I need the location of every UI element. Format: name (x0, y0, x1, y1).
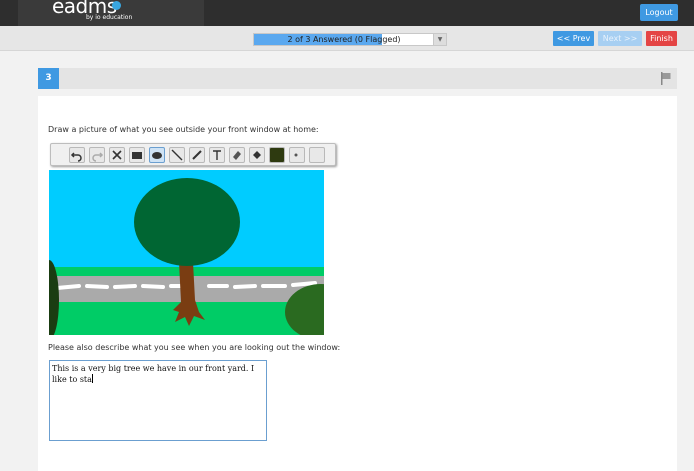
fill-icon[interactable] (249, 147, 265, 163)
drawing-prompt: Draw a picture of what you see outside y… (48, 125, 319, 134)
redo-icon[interactable] (89, 147, 105, 163)
progress-text: 2 of 3 Answered (0 Flagged) (287, 35, 401, 44)
description-prompt: Please also describe what you see when y… (48, 343, 341, 352)
question-header: 3 (38, 68, 677, 89)
ellipse-icon[interactable] (149, 147, 165, 163)
flag-icon[interactable] (661, 72, 671, 85)
tree-crown (134, 178, 240, 266)
finish-button[interactable]: Finish (646, 31, 677, 46)
blank-tool[interactable] (309, 147, 325, 163)
progress-select[interactable]: 2 of 3 Answered (0 Flagged) ▼ (253, 33, 447, 46)
logo-dot-icon (112, 1, 121, 10)
question-number: 3 (38, 68, 59, 89)
top-bar: eadms by io education Logout (0, 0, 694, 26)
brush-size-icon[interactable] (289, 147, 305, 163)
eraser-icon[interactable] (229, 147, 245, 163)
color-swatch[interactable] (269, 147, 285, 163)
text-cursor (91, 374, 93, 383)
line-icon[interactable] (169, 147, 185, 163)
pencil-icon[interactable] (189, 147, 205, 163)
clear-icon[interactable] (109, 147, 125, 163)
undo-icon[interactable] (69, 147, 85, 163)
rectangle-icon[interactable] (129, 147, 145, 163)
text-icon[interactable] (209, 147, 225, 163)
drawing-canvas[interactable] (49, 170, 324, 335)
logo-subtitle: by io education (86, 14, 133, 21)
next-button[interactable]: Next >> (598, 31, 642, 46)
answer-textarea[interactable]: This is a very big tree we have in our f… (49, 360, 267, 441)
drawing-toolbar (50, 143, 336, 166)
prev-button[interactable]: << Prev (553, 31, 594, 46)
navigation-bar: 2 of 3 Answered (0 Flagged) ▼ << Prev Ne… (0, 26, 694, 51)
chevron-down-icon[interactable]: ▼ (433, 34, 446, 45)
answer-text: This is a very big tree we have in our f… (52, 364, 255, 384)
logout-button[interactable]: Logout (640, 4, 678, 21)
